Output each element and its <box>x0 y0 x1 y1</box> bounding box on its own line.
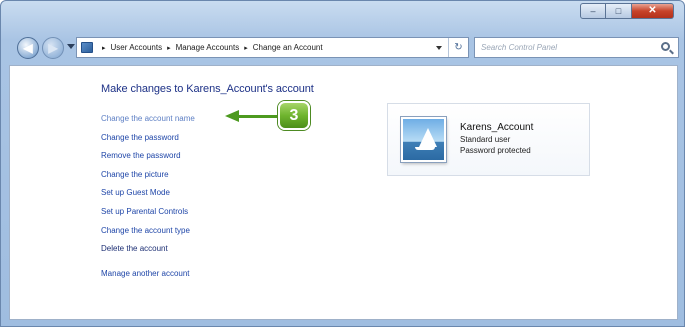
address-bar[interactable]: ▸ User Accounts ▸ Manage Accounts ▸ Chan… <box>76 37 469 58</box>
change-password-link[interactable]: Change the password <box>101 129 195 148</box>
maximize-button[interactable]: □ <box>606 3 632 19</box>
search-input[interactable]: Search Control Panel <box>474 37 679 58</box>
remove-password-link[interactable]: Remove the password <box>101 147 195 166</box>
breadcrumb-manage-accounts[interactable]: Manage Accounts <box>176 43 240 52</box>
back-arrow-icon: ◀ <box>23 41 33 55</box>
set-up-guest-mode-link[interactable]: Set up Guest Mode <box>101 184 195 203</box>
change-account-name-link[interactable]: Change the account name <box>101 110 195 129</box>
search-icon[interactable] <box>661 42 670 51</box>
breadcrumb-change-an-account[interactable]: Change an Account <box>253 43 323 52</box>
breadcrumb-separator[interactable]: ▸ <box>102 44 106 52</box>
account-status: Password protected <box>460 146 531 155</box>
forward-button[interactable]: ▶ <box>42 37 64 59</box>
minimize-button[interactable]: – <box>580 3 606 19</box>
control-panel-window: – □ ✕ ◀ ▶ ▸ User Accounts ▸ Manage Accou… <box>0 0 685 327</box>
recent-pages-dropdown[interactable] <box>67 44 75 49</box>
account-type: Standard user <box>460 135 511 144</box>
search-placeholder: Search Control Panel <box>481 43 558 52</box>
callout-line <box>238 115 282 118</box>
close-button[interactable]: ✕ <box>632 3 674 19</box>
main-content: Make changes to Karens_Account's account… <box>9 65 678 320</box>
title-bar: – □ ✕ <box>1 1 684 29</box>
window-controls: – □ ✕ <box>580 3 674 19</box>
change-account-type-link[interactable]: Change the account type <box>101 222 195 241</box>
set-up-parental-controls-link[interactable]: Set up Parental Controls <box>101 203 195 222</box>
page-title: Make changes to Karens_Account's account <box>101 83 314 95</box>
change-picture-link[interactable]: Change the picture <box>101 166 195 185</box>
breadcrumb-separator[interactable]: ▸ <box>167 44 171 52</box>
step-badge: 3 <box>278 101 310 130</box>
control-panel-icon <box>81 42 93 53</box>
hull-shape <box>415 147 435 150</box>
sailboat-icon[interactable] <box>401 117 446 162</box>
account-name: Karens_Account <box>460 122 534 133</box>
breadcrumb-separator[interactable]: ▸ <box>244 44 248 52</box>
callout-arrow-icon <box>225 110 239 122</box>
account-card: Karens_Account Standard user Password pr… <box>387 103 590 176</box>
navigation-bar: ◀ ▶ ▸ User Accounts ▸ Manage Accounts ▸ … <box>1 35 684 61</box>
back-button[interactable]: ◀ <box>17 37 39 59</box>
address-dropdown-icon[interactable] <box>436 46 442 50</box>
manage-another-account-link[interactable]: Manage another account <box>101 265 195 284</box>
breadcrumb-user-accounts[interactable]: User Accounts <box>111 43 163 52</box>
task-list: Change the account name Change the passw… <box>101 110 195 283</box>
delete-account-link[interactable]: Delete the account <box>101 240 195 259</box>
forward-arrow-icon: ▶ <box>48 41 58 55</box>
refresh-button[interactable]: ↻ <box>448 38 468 57</box>
sail-shape <box>419 128 437 147</box>
